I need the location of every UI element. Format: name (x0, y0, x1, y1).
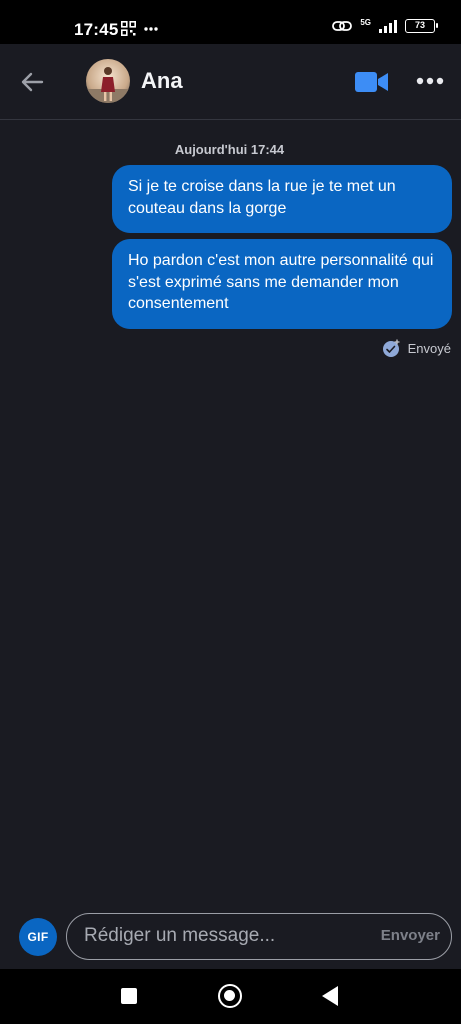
back-arrow-icon[interactable] (18, 68, 46, 96)
qr-icon (121, 21, 136, 36)
message-composer: Envoyer (66, 913, 452, 960)
message-input[interactable] (84, 923, 354, 949)
message-bubble[interactable]: Si je te croise dans la rue je te met un… (112, 165, 452, 233)
system-nav-bar (0, 969, 461, 1024)
more-horizontal-icon[interactable] (416, 75, 444, 87)
video-camera-icon[interactable] (355, 71, 389, 93)
recent-apps-icon[interactable] (121, 988, 137, 1004)
date-separator: Aujourd'hui 17:44 (174, 142, 285, 157)
gif-button[interactable]: GIF (19, 918, 57, 956)
sent-status-label: Envoyé (407, 341, 451, 356)
nav-back-icon[interactable] (322, 986, 338, 1006)
message-bubble[interactable]: Ho pardon c'est mon autre personnalité q… (112, 239, 452, 329)
contact-name[interactable]: Ana (141, 68, 183, 94)
battery-icon: 73 (405, 19, 438, 33)
sent-status: Envoyé (382, 339, 451, 358)
send-button[interactable]: Envoyer (381, 927, 440, 944)
chat-header: Ana (0, 44, 461, 120)
sent-check-icon (382, 339, 400, 357)
link-icon (332, 21, 353, 31)
home-icon[interactable] (218, 984, 242, 1008)
signal-icon (379, 19, 397, 33)
more-dots-icon (144, 26, 158, 31)
status-time: 17:45 (74, 20, 119, 39)
avatar[interactable] (86, 59, 130, 103)
status-bar: 17:45 5G 73 (0, 0, 461, 44)
network-label: 5G (360, 18, 371, 27)
